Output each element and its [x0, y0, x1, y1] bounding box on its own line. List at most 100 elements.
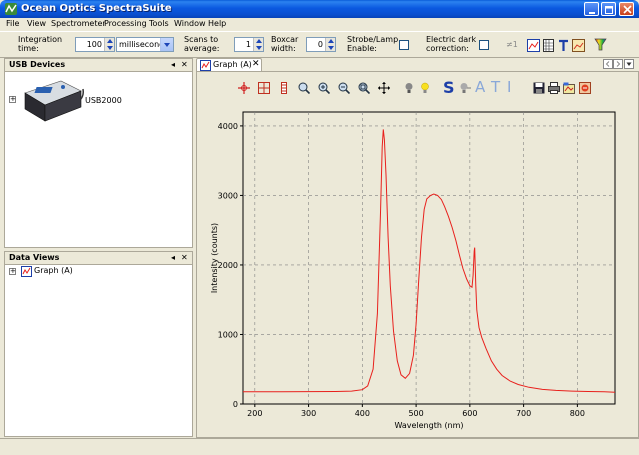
x-axis-label: Wavelength (nm) [394, 421, 463, 430]
maximize-icon [605, 6, 613, 14]
export-image-icon[interactable] [563, 82, 575, 94]
y-tick-label: 1000 [218, 330, 238, 339]
usb-devices-title: USB Devices [9, 60, 66, 69]
scans-to-average-spinner[interactable]: 1 [234, 37, 264, 52]
integration-time-spinner[interactable]: 100 [75, 37, 115, 52]
integration-label: Integration time: [18, 35, 63, 53]
y-tick-label: 4000 [218, 122, 238, 131]
y-tick-label: 0 [233, 400, 238, 409]
usb-devices-header: USB Devices ◂ ✕ [5, 59, 192, 72]
graph-body: S A T I 200 300 400 500 600 700 800 0 1000 2000 30… [196, 71, 639, 438]
tab-graph-a[interactable]: Graph (A) ✕ [196, 58, 262, 71]
x-tick-label: 600 [462, 409, 477, 418]
absorbance-mode-button[interactable]: A [475, 78, 485, 96]
spinner-arrows-icon[interactable] [104, 38, 114, 51]
graph-icon[interactable] [527, 39, 540, 52]
minimize-icon [589, 12, 595, 14]
x-tick-label: 700 [516, 409, 531, 418]
data-view-item[interactable]: Graph (A) [34, 266, 73, 275]
chevron-down-icon[interactable] [160, 38, 173, 51]
menu-spectrometer[interactable]: Spectrometer [51, 19, 106, 28]
close-icon[interactable]: ✕ [181, 60, 188, 69]
zoom-in-icon[interactable] [318, 82, 330, 94]
electric-dark-checkbox[interactable] [479, 40, 489, 50]
tab-navigation-icon[interactable] [603, 59, 635, 70]
x-tick-label: 200 [247, 409, 262, 418]
zoom-reset-icon[interactable] [358, 82, 370, 94]
pin-icon[interactable]: ◂ [171, 253, 175, 262]
expand-icon[interactable]: + [9, 268, 16, 275]
y-axis-label: Intensity (counts) [210, 223, 219, 293]
expand-icon[interactable]: + [9, 96, 16, 103]
menu-view[interactable]: View [27, 19, 46, 28]
y-tick-label: 2000 [218, 261, 238, 270]
graph-icon [200, 60, 211, 71]
boxcar-label: Boxcar width: [271, 35, 299, 53]
plot-area [242, 111, 616, 405]
data-views-title: Data Views [9, 253, 60, 262]
spinner-arrows-icon[interactable] [325, 38, 335, 51]
zoom-out-icon[interactable] [338, 82, 350, 94]
zoom-fit-icon[interactable] [298, 82, 310, 94]
usb-devices-panel: USB Devices ◂ ✕ + USB2000 [4, 58, 193, 248]
image-chart-icon[interactable] [572, 39, 585, 52]
status-bar [0, 438, 639, 455]
graph-window: Graph (A) ✕ S A T I 200 300 400 500 600 700 80… [196, 58, 639, 438]
scope-mode-button[interactable]: S [443, 78, 455, 97]
app-icon [5, 3, 17, 15]
range-marker-icon[interactable] [278, 82, 290, 94]
reference-icon[interactable] [459, 82, 471, 94]
close-icon[interactable]: ✕ [181, 253, 188, 262]
scans-label: Scans to average: [184, 35, 220, 53]
x-tick-label: 400 [355, 409, 370, 418]
text-icon[interactable] [557, 39, 570, 52]
lamp-on-icon[interactable] [419, 82, 431, 94]
irradiance-mode-button[interactable]: I [507, 78, 511, 96]
menu-processing[interactable]: Processing [104, 19, 147, 28]
x-tick-label: 800 [570, 409, 585, 418]
table-icon[interactable] [542, 39, 555, 52]
data-views-panel: Data Views ◂ ✕ + Graph (A) [4, 251, 193, 437]
lamp-off-icon[interactable] [403, 82, 415, 94]
boxcar-value[interactable]: 0 [318, 40, 323, 49]
minimize-button[interactable] [584, 2, 599, 16]
menu-help[interactable]: Help [208, 19, 226, 28]
menu-bar: File View Spectrometer Processing Tools … [0, 18, 639, 31]
data-views-header: Data Views ◂ ✕ [5, 252, 192, 265]
pan-icon[interactable] [378, 82, 390, 94]
boxcar-width-spinner[interactable]: 0 [306, 37, 336, 52]
tab-label: Graph (A) [213, 60, 252, 69]
spectrometer-device-icon [24, 80, 84, 122]
save-icon[interactable] [533, 82, 545, 94]
graph-properties-icon[interactable] [579, 82, 591, 94]
menu-tools[interactable]: Tools [149, 19, 169, 28]
grid-cursor-icon[interactable] [258, 82, 270, 94]
maximize-button[interactable] [601, 2, 616, 16]
title-bar: Ocean Optics SpectraSuite [0, 0, 639, 18]
electric-dark-label: Electric dark correction: [426, 35, 477, 53]
spectrum-chart[interactable]: 200 300 400 500 600 700 800 0 1000 2000 3000 4000 In… [197, 102, 638, 437]
strobe-enable-checkbox[interactable] [399, 40, 409, 50]
close-icon[interactable]: ✕ [252, 59, 260, 69]
close-button[interactable] [619, 2, 634, 16]
menu-window[interactable]: Window [174, 19, 206, 28]
pin-icon[interactable]: ◂ [171, 60, 175, 69]
crosshair-cursor-icon[interactable] [238, 82, 250, 94]
x-tick-label: 500 [408, 409, 423, 418]
acquisition-toolbar: Integration time: 100 milliseconds Scans … [0, 31, 639, 58]
scans-value[interactable]: 1 [246, 40, 251, 49]
print-icon[interactable] [548, 82, 560, 94]
integration-units-select[interactable]: milliseconds [116, 37, 174, 52]
spinner-arrows-icon[interactable] [253, 38, 263, 51]
close-icon [623, 5, 632, 14]
window-title: Ocean Optics SpectraSuite [21, 3, 172, 14]
x-tick-label: 300 [301, 409, 316, 418]
color-filter-icon[interactable] [594, 38, 607, 51]
usb-device-name[interactable]: USB2000 [85, 96, 122, 105]
graph-icon [21, 266, 32, 277]
integration-time-value[interactable]: 100 [87, 40, 102, 49]
menu-file[interactable]: File [6, 19, 19, 28]
transmission-mode-button[interactable]: T [491, 78, 500, 96]
y-tick-label: 3000 [218, 191, 238, 200]
nonlinearity-toggle[interactable]: ≠1 [506, 40, 518, 49]
